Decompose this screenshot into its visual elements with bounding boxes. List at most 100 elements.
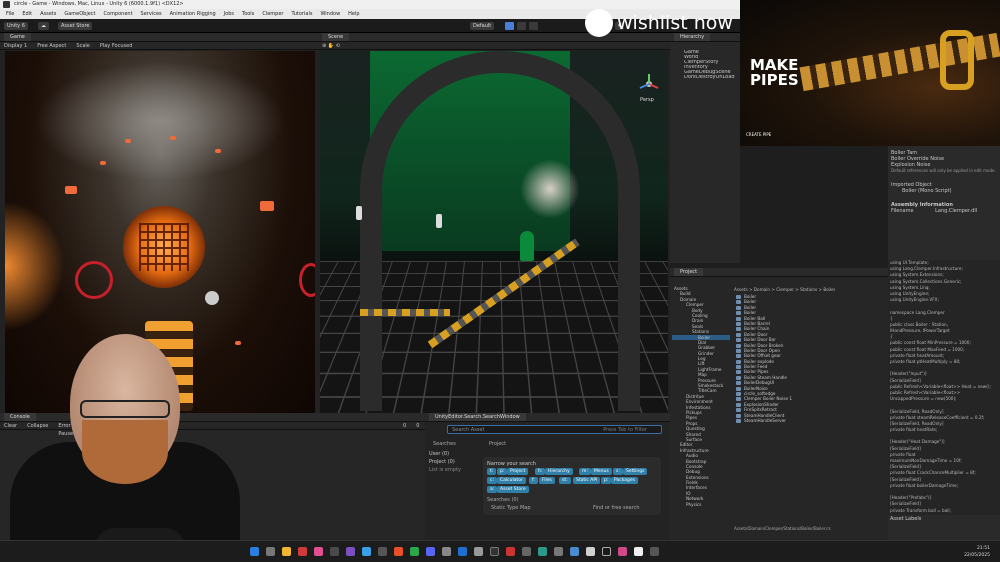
play-icon[interactable]: [505, 22, 514, 30]
menu-assets[interactable]: Assets: [40, 9, 56, 19]
app-icon[interactable]: [650, 547, 659, 556]
ember: [215, 149, 221, 153]
scale-slider[interactable]: Scale: [76, 42, 89, 49]
app-icon[interactable]: [538, 547, 547, 556]
tab-game[interactable]: Game: [4, 33, 31, 41]
scene-viewport[interactable]: Persp: [320, 51, 668, 413]
hierarchy-item[interactable]: DontDestroyOnLoad: [670, 75, 740, 80]
search-icon[interactable]: [266, 547, 275, 556]
account-button[interactable]: Unity 6: [4, 22, 28, 30]
filter-chip-settings[interactable]: Settings: [623, 468, 647, 475]
folder-icon[interactable]: [282, 547, 291, 556]
streamer-beard: [82, 420, 168, 484]
browser-icon[interactable]: [394, 547, 403, 556]
menu-file[interactable]: File: [6, 9, 14, 19]
app-icon[interactable]: [554, 547, 563, 556]
app-icon[interactable]: [410, 547, 419, 556]
filter-chip-static-api[interactable]: Static API: [573, 477, 600, 484]
log-count[interactable]: 0: [403, 422, 406, 429]
pause-icon[interactable]: [517, 22, 526, 30]
menu-edit[interactable]: Edit: [22, 9, 32, 19]
search-user-group[interactable]: User (0): [429, 451, 449, 457]
project-breadcrumb[interactable]: Assets > Domain > Clemper > Stations > B…: [734, 287, 835, 292]
visual-studio-icon[interactable]: [346, 547, 355, 556]
warning-count[interactable]: 0: [416, 422, 419, 429]
tab-scene[interactable]: Scene: [322, 33, 349, 41]
app-icon[interactable]: [506, 547, 515, 556]
search-project-group[interactable]: Project (0): [429, 459, 455, 465]
project-file-list: Boiler Boiler Boiler Boiler Boiler Ball …: [734, 294, 854, 428]
app-icon[interactable]: [330, 547, 339, 556]
menu-services[interactable]: Services: [141, 9, 162, 19]
search-tab-project[interactable]: Project: [489, 441, 506, 447]
menu-animation-rigging[interactable]: Animation Rigging: [170, 9, 216, 19]
filter-chip-calculator[interactable]: Calculator: [497, 477, 526, 484]
find-free-search-item[interactable]: Find or free search: [593, 505, 640, 511]
filter-chip-packages[interactable]: Packages: [611, 477, 638, 484]
app-icon[interactable]: [634, 547, 643, 556]
display-dropdown[interactable]: Display 1: [4, 42, 27, 49]
app-icon[interactable]: [570, 547, 579, 556]
app-icon[interactable]: [458, 547, 467, 556]
menu-jobs[interactable]: Jobs: [224, 9, 234, 19]
scene-orientation-gizmo-icon[interactable]: [638, 73, 660, 95]
persp-label[interactable]: Persp: [640, 97, 654, 103]
filter-chip-files[interactable]: Files: [539, 477, 555, 484]
aspect-dropdown[interactable]: Free Aspect: [37, 42, 66, 49]
filter-chip-token[interactable]: st:: [559, 477, 571, 484]
app-icon[interactable]: [442, 547, 451, 556]
tab-project[interactable]: Project: [674, 268, 703, 276]
filter-chip-menus[interactable]: Menus: [591, 468, 612, 475]
filter-chip-token[interactable]: c:: [487, 477, 497, 484]
vscode-icon[interactable]: [362, 547, 371, 556]
asset-store-button[interactable]: Asset Store: [58, 22, 92, 30]
tab-console[interactable]: Console: [4, 413, 36, 421]
menu-tools[interactable]: Tools: [242, 9, 254, 19]
furnace-grate: [139, 223, 189, 271]
filter-chip-token[interactable]: a:: [487, 486, 497, 493]
start-icon[interactable]: [250, 547, 259, 556]
app-icon[interactable]: [618, 547, 627, 556]
app-icon[interactable]: [314, 547, 323, 556]
filter-chip-token[interactable]: s:: [613, 468, 623, 475]
clear-button[interactable]: Clear: [4, 422, 17, 429]
system-clock[interactable]: 21:51 22/05/2025: [964, 545, 990, 559]
layers-dropdown[interactable]: Default: [470, 22, 494, 30]
unity-icon[interactable]: [378, 547, 387, 556]
app-icon[interactable]: [298, 547, 307, 556]
play-focused-dropdown[interactable]: Play Focused: [100, 42, 133, 49]
filter-chip-token[interactable]: p:: [601, 477, 611, 484]
filter-chip-asset-store[interactable]: Asset Store: [497, 486, 529, 493]
folder-item[interactable]: Physics: [672, 502, 730, 507]
discord-icon[interactable]: [426, 547, 435, 556]
menu-help[interactable]: Help: [348, 9, 359, 19]
filter-chip-token[interactable]: f:: [529, 477, 538, 484]
app-icon[interactable]: [602, 547, 611, 556]
filter-chip-token[interactable]: t:: [487, 468, 496, 475]
filter-chip-token[interactable]: p:: [497, 468, 507, 475]
search-tab-searches[interactable]: Searches: [433, 441, 456, 447]
menu-tutorials[interactable]: Tutorials: [291, 9, 312, 19]
filter-chip-token[interactable]: m:: [579, 468, 591, 475]
menu-gameobject[interactable]: GameObject: [64, 9, 95, 19]
app-icon[interactable]: [586, 547, 595, 556]
collapse-button[interactable]: Collapse: [27, 422, 48, 429]
app-icon[interactable]: [474, 547, 483, 556]
step-icon[interactable]: [529, 22, 538, 30]
filter-chip-project[interactable]: Project: [507, 468, 528, 475]
static-type-map-item[interactable]: Static Type Map: [491, 505, 531, 511]
cloud-button[interactable]: ☁: [38, 22, 49, 30]
filter-chip-token[interactable]: h:: [535, 468, 545, 475]
search-input[interactable]: Search Asset Press Tab to Filter: [447, 425, 662, 434]
tab-search-window[interactable]: UnityEditor.Search.SearchWindow: [429, 413, 526, 421]
app-icon[interactable]: [522, 547, 531, 556]
scene-tools[interactable]: ⊕ ✋ ⟲: [322, 42, 340, 49]
menu-clemper[interactable]: Clemper: [262, 9, 283, 19]
menu-component[interactable]: Component: [104, 9, 133, 19]
asset-labels-header[interactable]: Asset Labels: [890, 516, 921, 522]
obs-icon[interactable]: [490, 547, 499, 556]
menu-window[interactable]: Window: [320, 9, 340, 19]
tunnel-arch: [360, 51, 640, 411]
asset-item[interactable]: SteamHandleServer: [734, 418, 854, 423]
filter-chip-hierarchy[interactable]: Hierarchy: [545, 468, 573, 475]
